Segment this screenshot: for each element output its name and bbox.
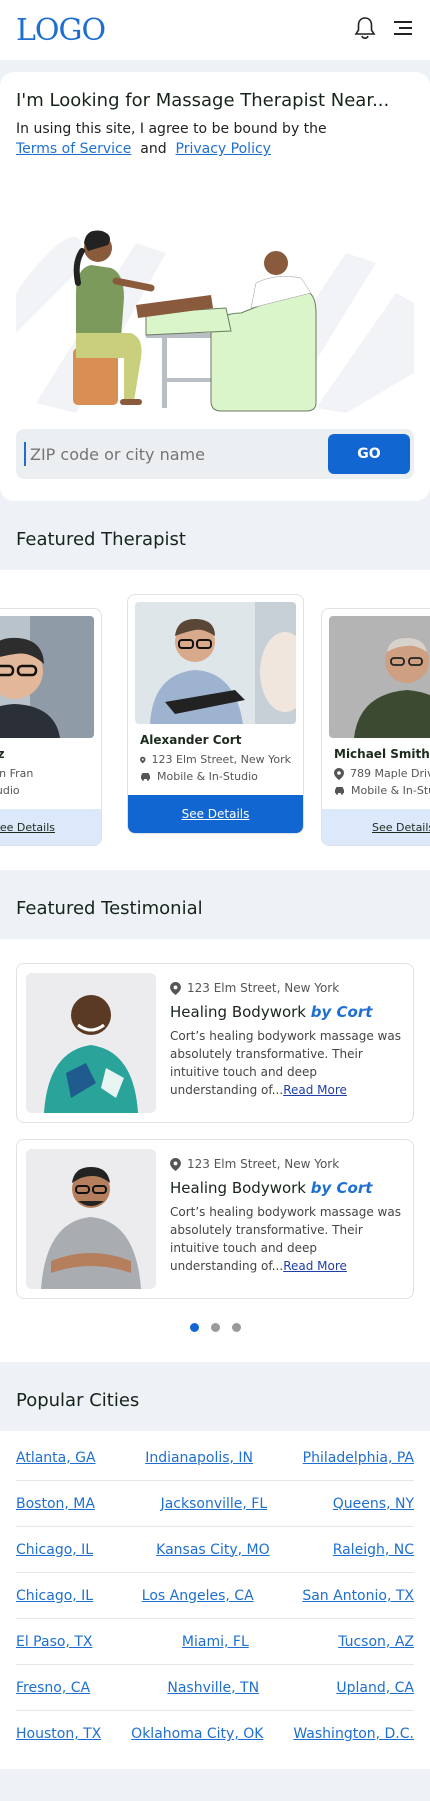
- pagination-dot-3[interactable]: [231, 1323, 241, 1332]
- therapist-address: 789 Maple Drive,: [322, 765, 430, 782]
- car-icon: [335, 787, 344, 795]
- therapist-photo: [329, 616, 430, 738]
- privacy-link[interactable]: Privacy Policy: [176, 141, 271, 157]
- read-more-link[interactable]: Read More: [283, 1083, 347, 1097]
- city-link[interactable]: Houston, TX: [16, 1726, 101, 1742]
- city-link[interactable]: Raleigh, NC: [333, 1542, 414, 1558]
- city-link[interactable]: Tucson, AZ: [338, 1634, 414, 1650]
- city-link[interactable]: Atlanta, GA: [16, 1450, 96, 1466]
- bell-icon[interactable]: [354, 16, 376, 44]
- city-row: Chicago, IL Kansas City, MO Raleigh, NC: [16, 1527, 414, 1573]
- city-link[interactable]: Upland, CA: [336, 1680, 414, 1696]
- city-link[interactable]: Jacksonville, FL: [161, 1496, 268, 1512]
- terms-link[interactable]: Terms of Service: [16, 141, 131, 157]
- city-link[interactable]: San Antonio, TX: [302, 1588, 414, 1604]
- location-search-input[interactable]: [24, 442, 328, 466]
- testimonial-body: Cort’s healing bodywork massage was abso…: [170, 1205, 401, 1273]
- agreement-text: In using this site, I agree to be bound …: [16, 119, 414, 159]
- city-link[interactable]: Nashville, TN: [167, 1680, 259, 1696]
- see-details-button[interactable]: See Details: [322, 809, 430, 845]
- location-search: GO: [16, 429, 414, 479]
- car-icon: [141, 773, 150, 781]
- city-row: El Paso, TX Miami, FL Tucson, AZ: [16, 1619, 414, 1665]
- testimonial-info: 123 Elm Street, New York Healing Bodywor…: [170, 973, 404, 1113]
- featured-testimonial-title: Featured Testimonial: [16, 898, 203, 919]
- city-link[interactable]: El Paso, TX: [16, 1634, 92, 1650]
- city-link[interactable]: Washington, D.C.: [293, 1726, 414, 1742]
- therapist-address: Street, San Fran: [0, 767, 34, 780]
- see-details-button[interactable]: See Details: [128, 795, 303, 833]
- testimonial-address: 123 Elm Street, New York: [170, 1157, 404, 1171]
- go-button[interactable]: GO: [328, 434, 410, 474]
- city-row: Boston, MA Jacksonville, FL Queens, NY: [16, 1481, 414, 1527]
- city-link[interactable]: Chicago, IL: [16, 1588, 93, 1604]
- therapist-address: 123 Elm Street, New York: [128, 751, 303, 768]
- city-link[interactable]: Kansas City, MO: [156, 1542, 269, 1558]
- testimonial-info: 123 Elm Street, New York Healing Bodywor…: [170, 1149, 404, 1289]
- therapist-name: Michael Smith: [334, 747, 430, 761]
- see-details-button[interactable]: See Details: [0, 809, 101, 845]
- city-link[interactable]: Miami, FL: [182, 1634, 249, 1650]
- read-more-link[interactable]: Read More: [283, 1259, 347, 1273]
- location-pin-icon: [140, 756, 146, 763]
- testimonial-carousel: 123 Elm Street, New York Healing Bodywor…: [0, 939, 430, 1362]
- testimonial-card: 123 Elm Street, New York Healing Bodywor…: [16, 963, 414, 1123]
- hero-title: I'm Looking for Massage Therapist Near..…: [16, 90, 390, 111]
- city-link[interactable]: Boston, MA: [16, 1496, 95, 1512]
- testimonial-photo: [26, 1149, 156, 1289]
- therapist-mode: le & In-Studio: [0, 784, 20, 797]
- therapist-name: Alexander Cort: [140, 733, 242, 747]
- city-link[interactable]: Philadelphia, PA: [303, 1450, 414, 1466]
- testimonial-card: 123 Elm Street, New York Healing Bodywor…: [16, 1139, 414, 1299]
- carousel-pagination: [16, 1315, 414, 1342]
- city-link[interactable]: Los Angeles, CA: [142, 1588, 254, 1604]
- testimonial-body: Cort’s healing bodywork massage was abso…: [170, 1029, 401, 1097]
- app-header: LOGO: [0, 0, 430, 60]
- menu-icon[interactable]: [394, 20, 414, 40]
- popular-cities-title: Popular Cities: [16, 1390, 140, 1411]
- location-pin-icon: [170, 1157, 181, 1171]
- city-link[interactable]: Queens, NY: [333, 1496, 414, 1512]
- city-link[interactable]: Indianapolis, IN: [145, 1450, 253, 1466]
- therapist-card[interactable]: Michael Smith 789 Maple Drive, Mobile & …: [321, 608, 430, 846]
- pagination-dot-1[interactable]: [189, 1323, 199, 1332]
- city-row: Houston, TX Oklahoma City, OK Washington, …: [16, 1711, 414, 1757]
- city-link[interactable]: Fresno, CA: [16, 1680, 90, 1696]
- and-text: and: [140, 141, 167, 157]
- therapist-photo: [0, 616, 94, 738]
- therapist-card[interactable]: Martinez Street, San Fran le & In-Studio…: [0, 608, 102, 846]
- popular-cities-list: Atlanta, GA Indianapolis, IN Philadelphia,…: [0, 1431, 430, 1769]
- hero-section: I'm Looking for Massage Therapist Near..…: [0, 72, 430, 501]
- city-link[interactable]: Oklahoma City, OK: [131, 1726, 263, 1742]
- location-pin-icon: [170, 981, 181, 995]
- agreement-label: In using this site, I agree to be bound …: [16, 121, 327, 137]
- therapist-carousel[interactable]: Martinez Street, San Fran le & In-Studio…: [0, 570, 430, 870]
- testimonial-title: Healing Bodywork by Cort: [170, 1179, 373, 1197]
- city-row: Fresno, CA Nashville, TN Upland, CA: [16, 1665, 414, 1711]
- location-pin-icon: [334, 767, 344, 780]
- massage-illustration: [16, 173, 414, 413]
- city-row: Atlanta, GA Indianapolis, IN Philadelphia,…: [16, 1435, 414, 1481]
- city-row: Chicago, IL Los Angeles, CA San Antonio, T…: [16, 1573, 414, 1619]
- city-link[interactable]: Chicago, IL: [16, 1542, 93, 1558]
- logo[interactable]: LOGO: [16, 13, 106, 48]
- testimonial-address: 123 Elm Street, New York: [170, 981, 404, 995]
- page-footer-spacer: [0, 1769, 430, 1801]
- therapist-card-featured[interactable]: Alexander Cort 123 Elm Street, New York …: [127, 594, 304, 834]
- testimonial-title: Healing Bodywork by Cort: [170, 1003, 373, 1021]
- therapist-mode: Mobile & In-Studio: [128, 768, 303, 785]
- therapist-mode: Mobile & In-Stud: [322, 782, 430, 799]
- header-actions: [354, 16, 414, 44]
- therapist-name: Martinez: [0, 745, 101, 765]
- featured-therapist-title: Featured Therapist: [16, 529, 186, 550]
- pagination-dot-2[interactable]: [210, 1323, 220, 1332]
- testimonial-photo: [26, 973, 156, 1113]
- therapist-photo: [135, 602, 296, 724]
